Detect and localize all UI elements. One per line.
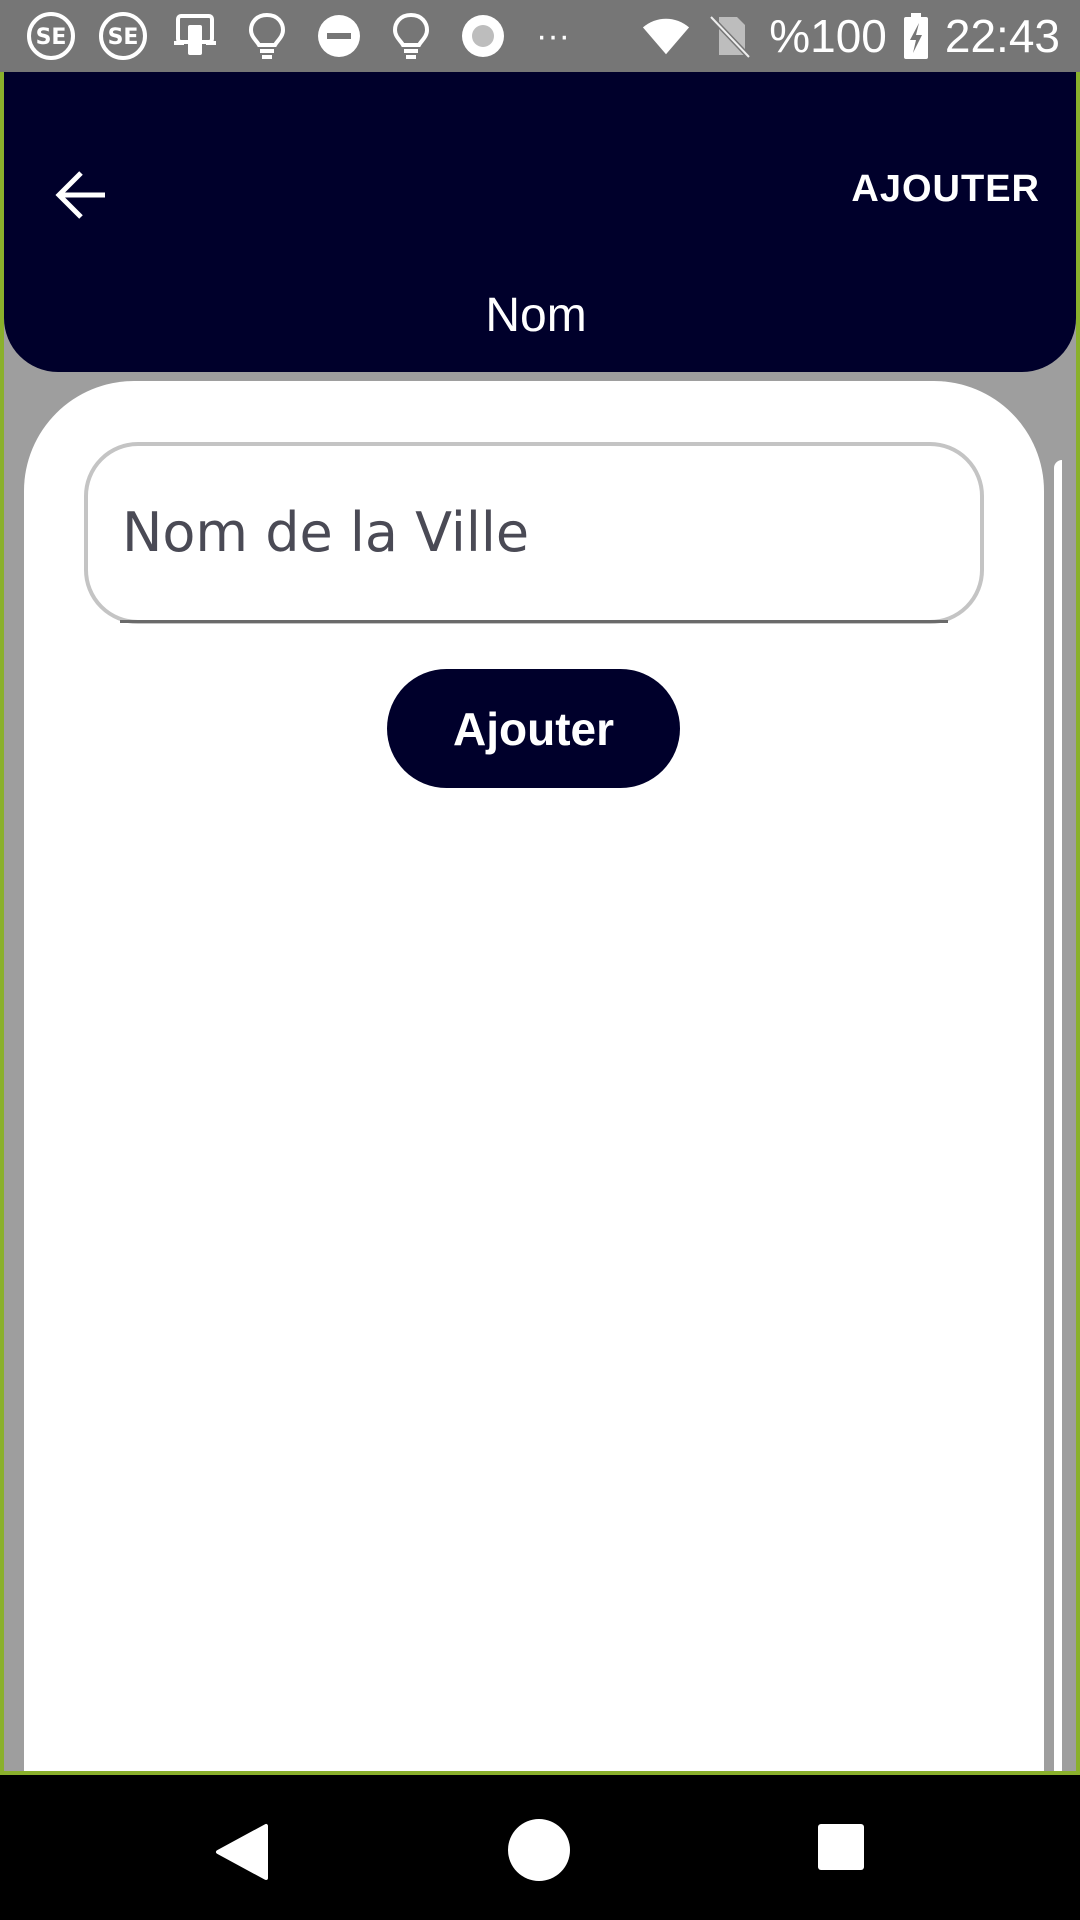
system-nav-bar <box>0 1775 1080 1920</box>
frame-edge-right <box>1076 72 1080 1775</box>
svg-text:SE: SE <box>36 25 67 50</box>
status-notification-icons: SE SE ··· <box>26 11 641 61</box>
do-not-disturb-icon <box>314 11 364 61</box>
svg-text:SE: SE <box>108 25 139 50</box>
input-underline <box>120 620 948 623</box>
city-name-input[interactable] <box>122 492 942 572</box>
app-screen: SE SE ··· %100 22:43 AJOUTER Nom Nom de … <box>0 0 1080 1920</box>
battery-percent: %100 <box>769 10 887 62</box>
more-dots-icon: ··· <box>536 17 570 55</box>
page-title: Nom <box>485 289 587 342</box>
sf-icon: SE <box>26 11 76 61</box>
city-name-field[interactable] <box>84 442 984 624</box>
add-action-button[interactable]: AJOUTER <box>851 168 1040 211</box>
record-icon <box>458 11 508 61</box>
arrow-left-icon <box>55 171 105 219</box>
add-city-button[interactable]: Ajouter <box>387 669 680 788</box>
lightbulb-icon <box>386 11 436 61</box>
clock: 22:43 <box>944 10 1060 62</box>
nav-back-icon[interactable] <box>212 1822 272 1882</box>
wifi-icon <box>641 11 691 61</box>
next-card-edge <box>1054 460 1062 1771</box>
battery-charging-icon <box>901 11 931 61</box>
status-bar: SE SE ··· %100 22:43 <box>0 0 1080 72</box>
back-button[interactable] <box>48 162 114 228</box>
sf-icon: SE <box>98 11 148 61</box>
lightbulb-icon <box>242 11 292 61</box>
nav-recents-icon[interactable] <box>818 1824 864 1870</box>
no-sim-icon <box>705 11 755 61</box>
device-icon <box>170 11 220 61</box>
nav-home-icon[interactable] <box>508 1819 570 1881</box>
status-system-icons: %100 22:43 <box>641 11 1060 61</box>
